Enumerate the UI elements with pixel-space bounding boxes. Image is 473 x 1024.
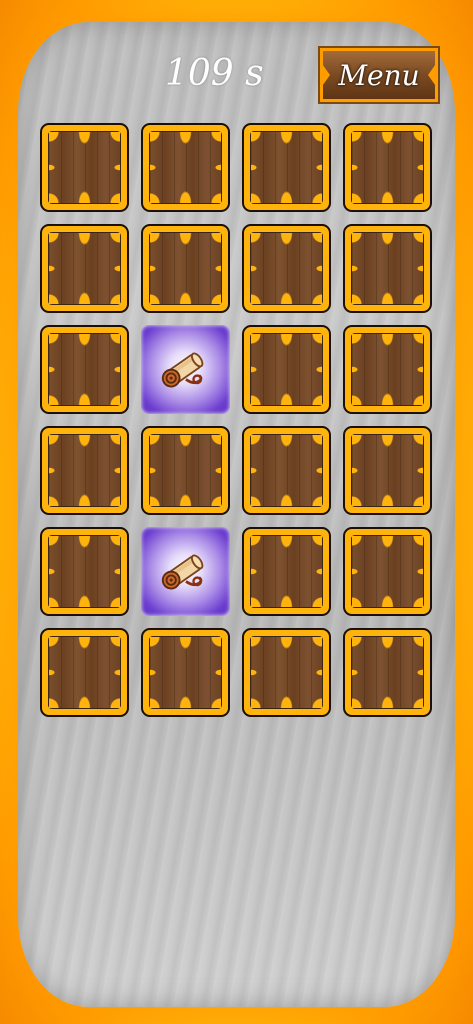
- card-back-wood: [250, 535, 323, 608]
- card-back-wood: [48, 434, 121, 507]
- card-back-wood: [149, 131, 222, 204]
- menu-button[interactable]: Menu: [318, 46, 440, 104]
- card-revealed[interactable]: [141, 325, 230, 414]
- card-face-down[interactable]: [40, 224, 129, 313]
- card-face-down[interactable]: [141, 224, 230, 313]
- card-face-down[interactable]: [242, 527, 331, 616]
- scroll-icon: [161, 553, 203, 589]
- card-face-down[interactable]: [141, 628, 230, 717]
- card-face-down[interactable]: [40, 325, 129, 414]
- card-back-wood: [351, 333, 424, 406]
- card-back-wood: [149, 232, 222, 305]
- card-face-down[interactable]: [242, 224, 331, 313]
- card-face-down[interactable]: [343, 123, 432, 212]
- card-face-down[interactable]: [141, 123, 230, 212]
- card-face-down[interactable]: [40, 628, 129, 717]
- card-face-down[interactable]: [40, 527, 129, 616]
- card-back-wood: [351, 535, 424, 608]
- card-face-down[interactable]: [242, 628, 331, 717]
- card-face-down[interactable]: [40, 426, 129, 515]
- card-face-down[interactable]: [343, 426, 432, 515]
- timer-display: 109 s: [165, 53, 264, 94]
- card-back-wood: [48, 232, 121, 305]
- card-back-wood: [250, 333, 323, 406]
- card-back-wood: [351, 232, 424, 305]
- card-face-down[interactable]: [40, 123, 129, 212]
- card-back-wood: [250, 636, 323, 709]
- card-face-down[interactable]: [343, 527, 432, 616]
- card-face-down[interactable]: [343, 325, 432, 414]
- card-back-wood: [250, 434, 323, 507]
- card-back-wood: [351, 131, 424, 204]
- card-back-wood: [48, 636, 121, 709]
- card-face-down[interactable]: [343, 628, 432, 717]
- card-face-down[interactable]: [242, 426, 331, 515]
- card-back-wood: [48, 131, 121, 204]
- card-back-wood: [250, 232, 323, 305]
- card-face-down[interactable]: [343, 224, 432, 313]
- card-revealed[interactable]: [141, 527, 230, 616]
- card-back-wood: [351, 636, 424, 709]
- card-back-wood: [48, 535, 121, 608]
- scroll-icon: [161, 351, 203, 387]
- card-grid: [40, 123, 432, 717]
- card-face-down[interactable]: [242, 325, 331, 414]
- card-face-down[interactable]: [242, 123, 331, 212]
- card-back-wood: [149, 636, 222, 709]
- card-back-wood: [48, 333, 121, 406]
- card-back-wood: [250, 131, 323, 204]
- card-back-wood: [149, 434, 222, 507]
- card-face-down[interactable]: [141, 426, 230, 515]
- card-back-wood: [351, 434, 424, 507]
